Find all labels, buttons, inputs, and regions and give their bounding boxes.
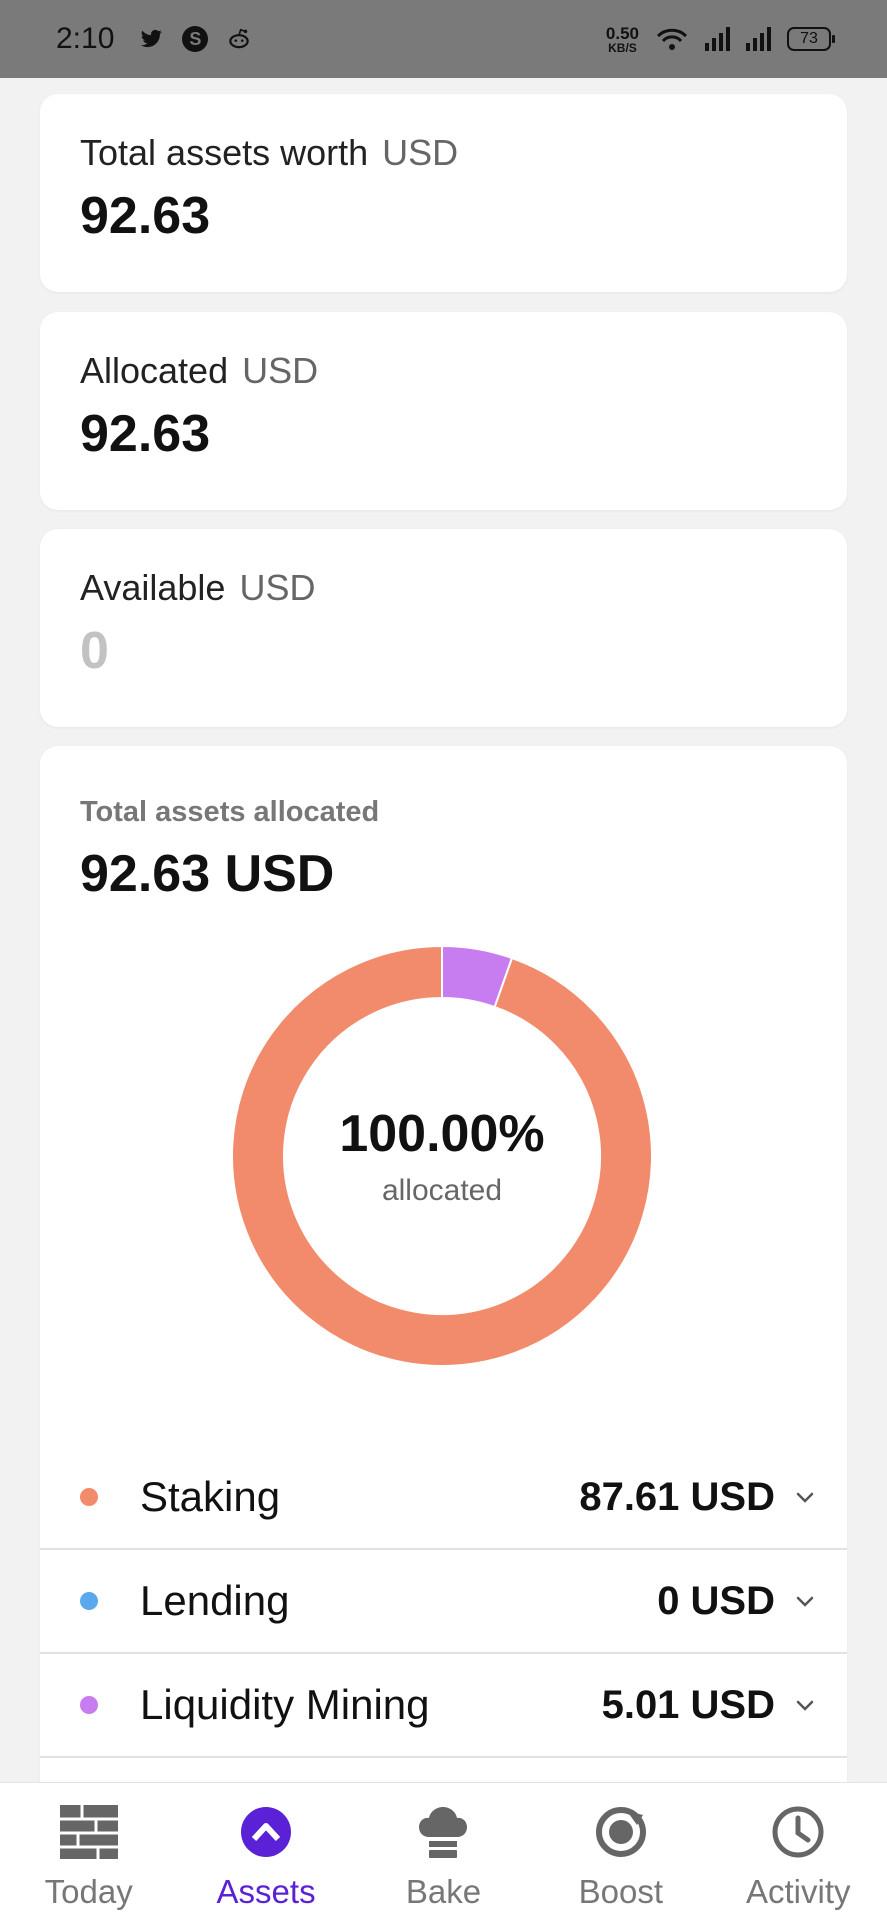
lending-amount: 0 USD <box>657 1578 775 1623</box>
lending-color-dot <box>80 1592 98 1610</box>
tab-today[interactable]: Today <box>9 1797 169 1911</box>
tab-boost[interactable]: Boost <box>541 1797 701 1911</box>
clock-icon <box>763 1797 833 1867</box>
tab-activity[interactable]: Activity <box>718 1797 878 1911</box>
chef-hat-icon <box>408 1797 478 1867</box>
liquidity-mining-amount: 5.01 USD <box>601 1682 775 1727</box>
liquidity-mining-color-dot <box>80 1696 98 1714</box>
network-speed-value: 0.50 <box>605 23 639 43</box>
status-bar-right: 0.50 KB/S 73 <box>606 25 835 54</box>
available-value: 0 <box>80 622 109 680</box>
tab-bake-label: Bake <box>405 1873 482 1910</box>
available-label: Available <box>80 567 226 608</box>
available-unit: USD <box>239 567 316 608</box>
lending-label: Lending <box>140 1577 290 1624</box>
tab-assets-label: Assets <box>216 1873 316 1910</box>
allocation-total: 92.63 USD <box>80 845 335 903</box>
chevron-down-icon[interactable] <box>793 1589 817 1613</box>
s-app-icon: S <box>182 26 209 52</box>
chevron-down-icon[interactable] <box>793 1693 817 1717</box>
tab-activity-label: Activity <box>745 1873 851 1910</box>
allocation-percent: 100.00% <box>339 1105 545 1163</box>
staking-label: Staking <box>140 1473 281 1520</box>
tab-today-label: Today <box>44 1873 133 1910</box>
signal-2-icon <box>746 27 771 51</box>
tab-boost-label: Boost <box>578 1873 664 1910</box>
total-assets-worth-unit: USD <box>382 132 459 173</box>
twitter-icon <box>141 29 163 48</box>
network-speed: 0.50 KB/S <box>606 25 639 54</box>
allocated-value: 92.63 <box>80 405 211 463</box>
status-bar-left: 2:10 S <box>56 22 252 56</box>
allocated-unit: USD <box>242 350 319 391</box>
total-assets-worth-value: 92.63 <box>80 187 211 245</box>
allocation-title: Total assets allocated <box>80 796 380 828</box>
donut-center: 100.00% allocated <box>232 946 652 1366</box>
total-assets-worth-card: Total assets worth USD 92.63 <box>40 94 847 292</box>
allocation-row-liquidity-mining[interactable]: Liquidity Mining 5.01 USD <box>40 1654 847 1758</box>
bottom-tab-bar: Today Assets Bake Boost Activity <box>0 1782 887 1920</box>
signal-1-icon <box>705 27 730 51</box>
status-time: 2:10 <box>56 22 115 55</box>
allocation-card: Total assets allocated 92.63 USD 100.00%… <box>40 746 847 1846</box>
assets-up-icon <box>231 1797 301 1867</box>
staking-color-dot <box>80 1488 98 1506</box>
liquidity-mining-label: Liquidity Mining <box>140 1681 430 1728</box>
available-card: Available USD 0 <box>40 529 847 727</box>
calendar-grid-icon <box>54 1797 124 1867</box>
allocation-percent-label: allocated <box>381 1174 503 1207</box>
reddit-icon <box>229 28 250 49</box>
network-speed-unit: KB/S <box>608 40 637 55</box>
allocation-row-staking[interactable]: Staking 87.61 USD <box>40 1446 847 1550</box>
status-bar: 2:10 S 0.50 KB/S 73 <box>0 0 887 78</box>
tab-assets[interactable]: Assets <box>186 1797 346 1911</box>
staking-amount: 87.61 USD <box>579 1474 775 1519</box>
total-assets-worth-label: Total assets worth <box>80 132 369 173</box>
allocated-label: Allocated <box>80 350 229 391</box>
boost-ring-icon <box>586 1797 656 1867</box>
battery-icon: 73 <box>787 27 835 51</box>
chevron-down-icon[interactable] <box>793 1485 817 1509</box>
allocated-card: Allocated USD 92.63 <box>40 312 847 510</box>
tab-bake[interactable]: Bake <box>363 1797 523 1911</box>
wifi-icon <box>656 28 688 50</box>
allocation-row-lending[interactable]: Lending 0 USD <box>40 1550 847 1654</box>
